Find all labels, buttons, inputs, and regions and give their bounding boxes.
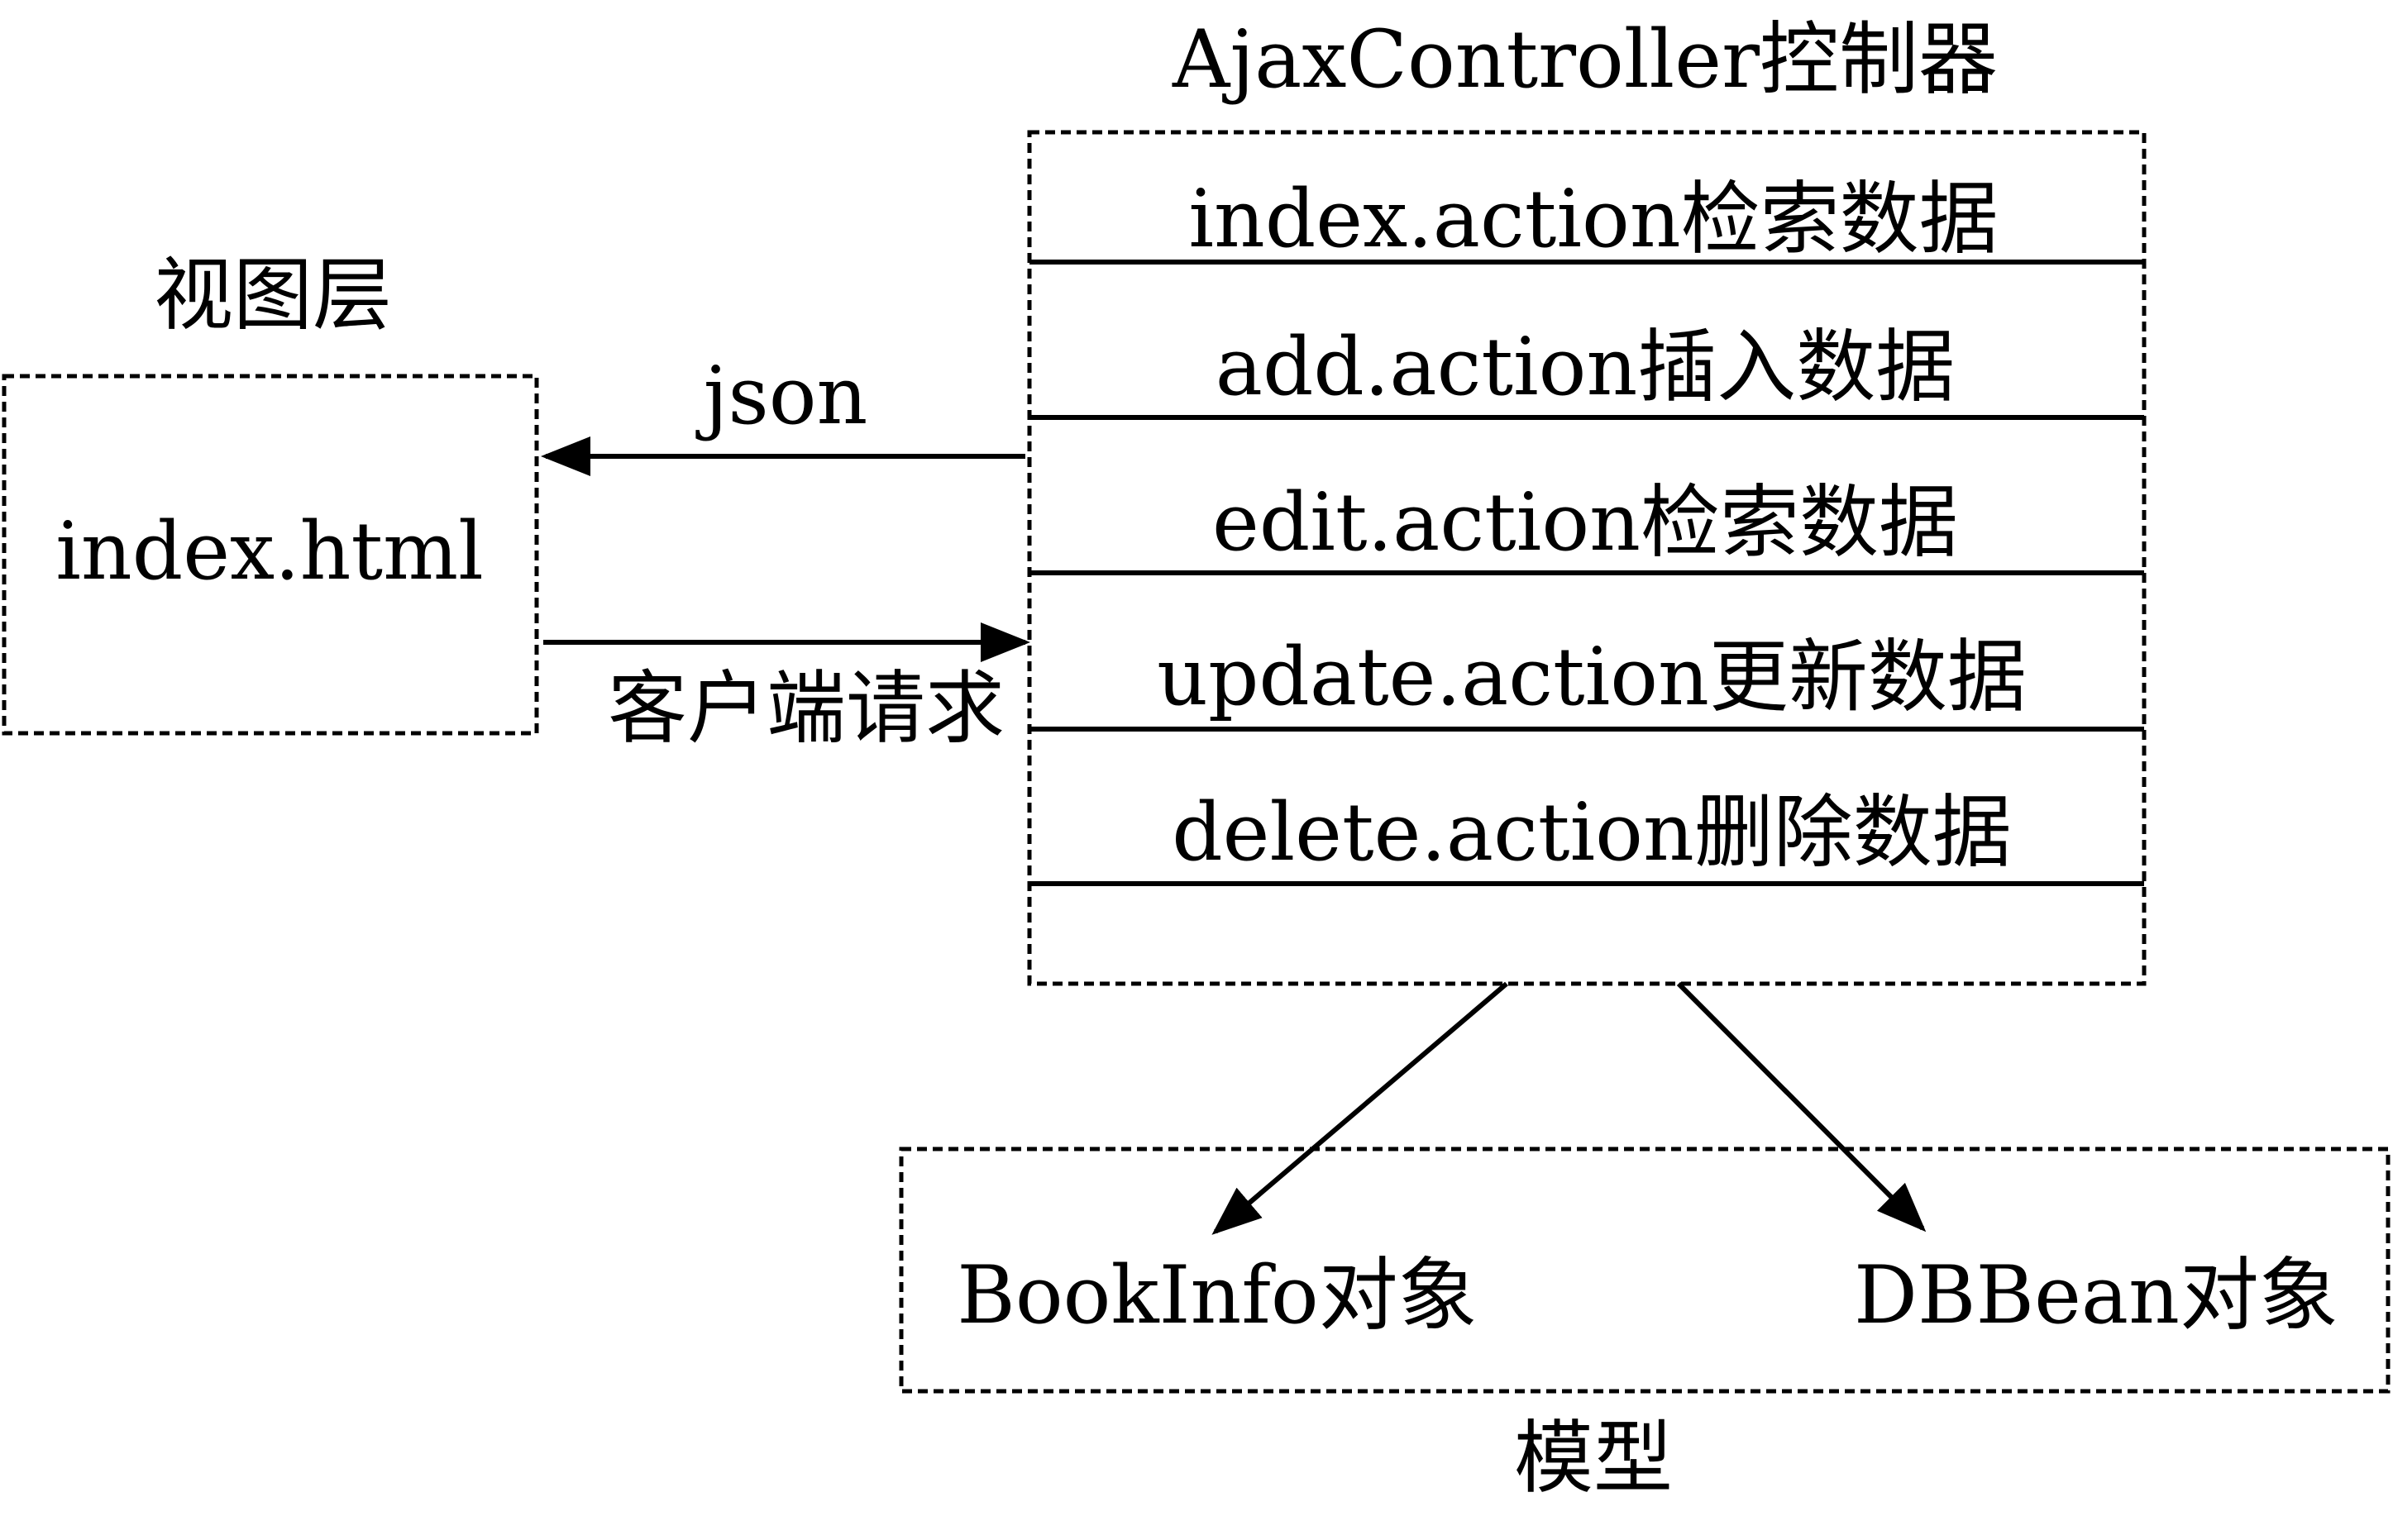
action-update: update.action更新数据 bbox=[1157, 631, 2027, 723]
mvc-diagram: 视图层 index.html AjaxController控制器 index.a… bbox=[2, 13, 2391, 1504]
controller-to-bookinfo-arrow bbox=[1211, 981, 1508, 1235]
view-page-label: index.html bbox=[55, 505, 484, 598]
model-object-dbbean: DBBean对象 bbox=[1854, 1249, 2338, 1342]
client-request-label: 客户端请求 bbox=[608, 662, 1005, 755]
controller-to-dbbean-arrow bbox=[1676, 981, 1927, 1232]
json-response-label: json bbox=[695, 350, 868, 442]
controller-heading: AjaxController控制器 bbox=[1172, 13, 1998, 106]
action-add: add.action插入数据 bbox=[1216, 321, 1956, 413]
action-delete: delete.action删除数据 bbox=[1172, 786, 2012, 879]
action-edit: edit.action检索数据 bbox=[1212, 476, 1958, 569]
model-object-bookinfo: BookInfo对象 bbox=[957, 1249, 1477, 1342]
model-heading: 模型 bbox=[1514, 1412, 1673, 1504]
view-layer-heading: 视图层 bbox=[154, 249, 392, 341]
action-index: index.action检索数据 bbox=[1188, 173, 1998, 265]
